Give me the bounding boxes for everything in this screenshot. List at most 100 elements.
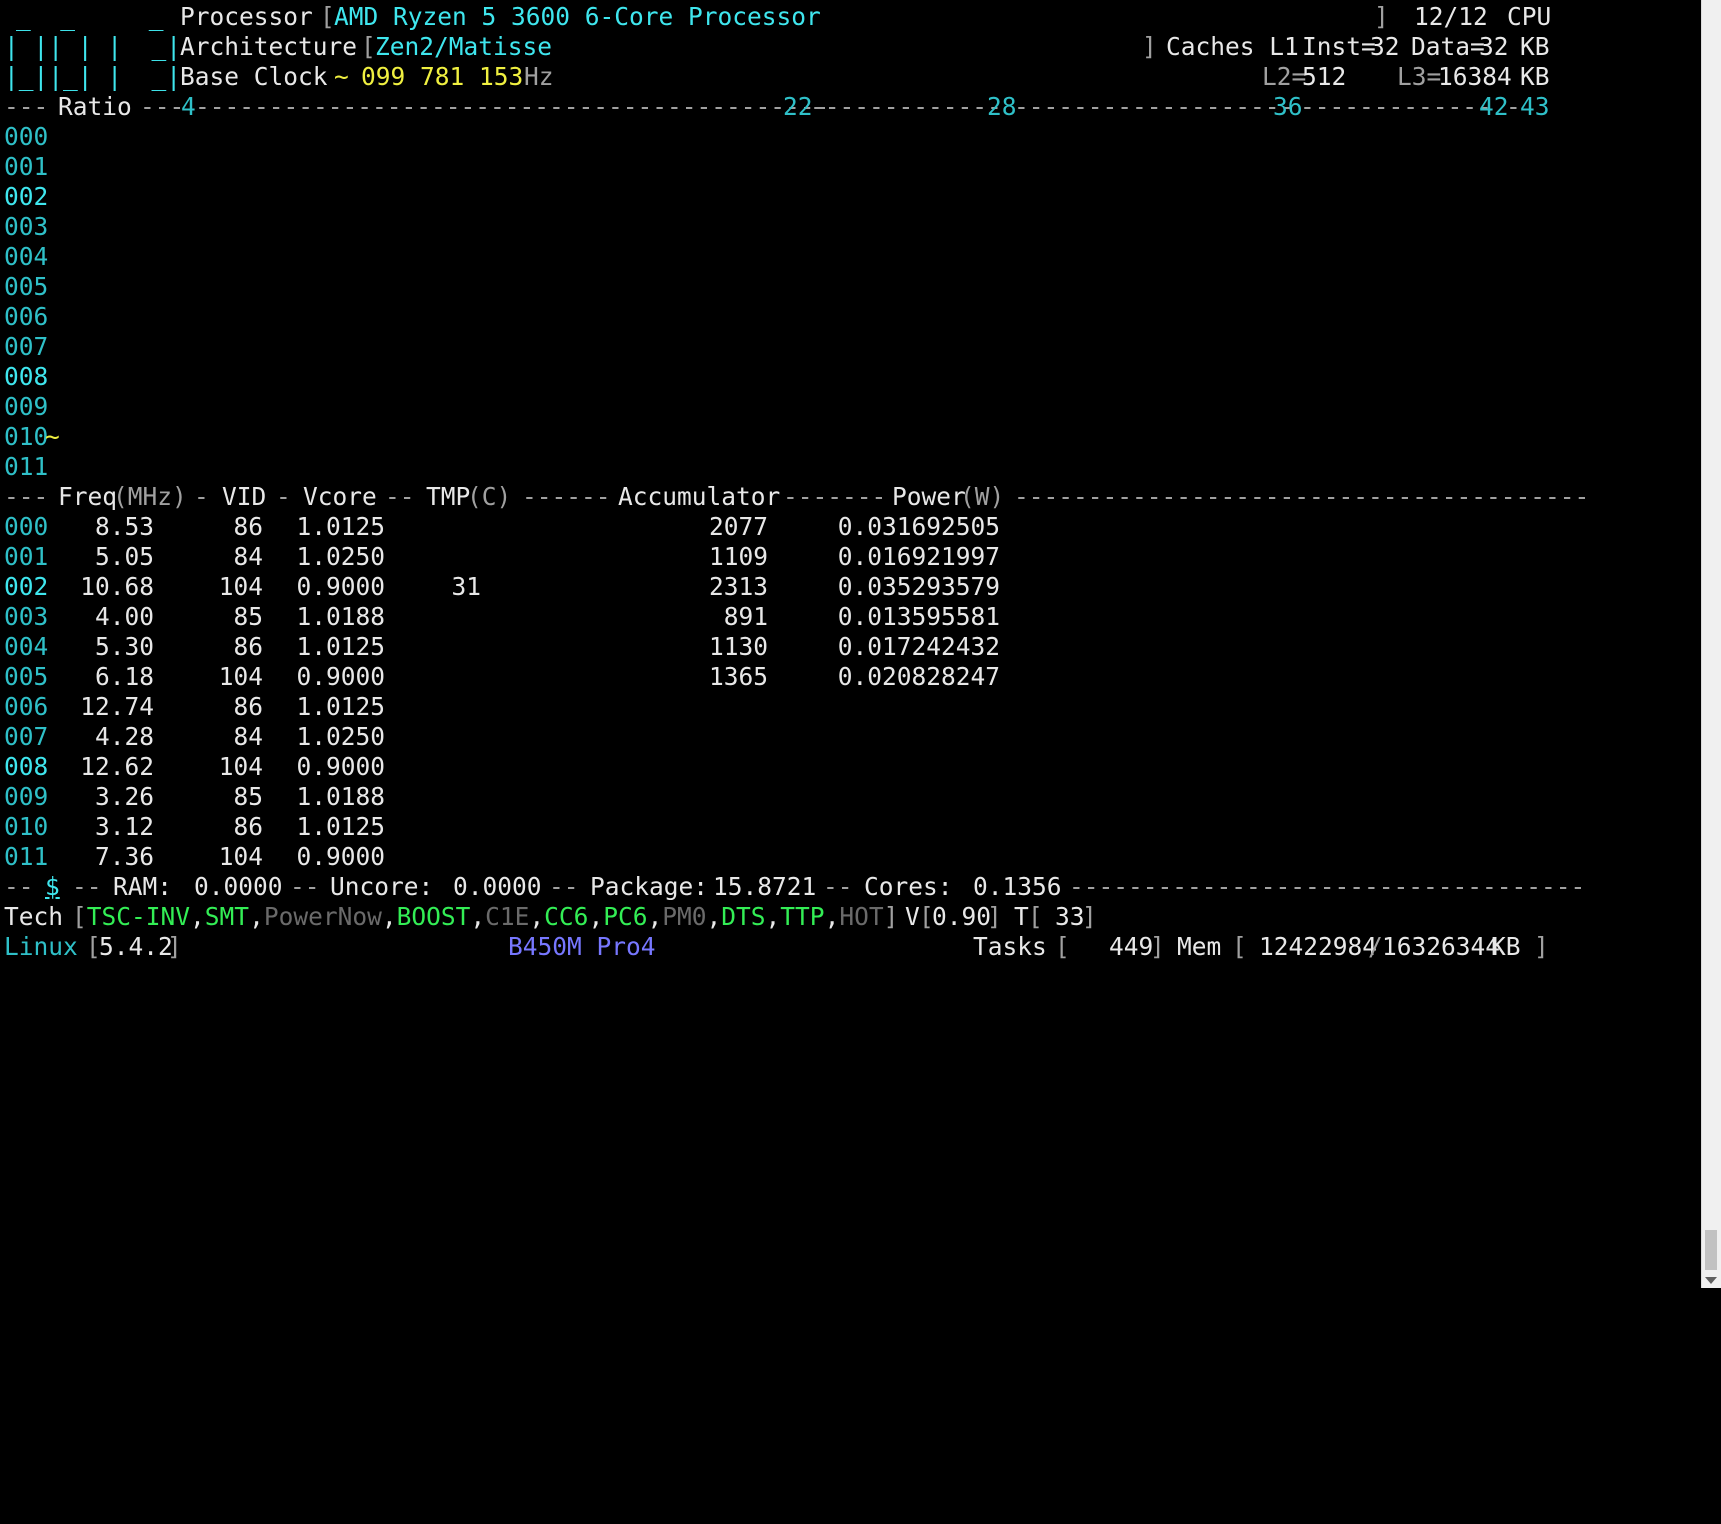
mem-label: Mem [1177,932,1222,961]
t-value: 33 [1055,902,1085,931]
vcore-value: 1.0188 [296,782,385,811]
architecture-value: Zen2/Matisse [375,32,553,61]
l1-kb-unit: KB [1520,32,1550,61]
core-id: 000 [4,122,49,151]
ratio-label: Ratio [58,92,132,121]
core-id: 010 [4,422,49,451]
os-label: Linux [4,932,78,961]
core-marker: ~ [45,422,60,451]
header-line-processor: _ _ _ Processor [ AMD Ryzen 5 3600 6-Cor… [16,2,1552,31]
architecture-label: Architecture [180,32,358,61]
tech-feature-pc6: PC6 [603,902,648,931]
core-id: 009 [4,392,49,421]
base-clock-tilde: ~ [334,62,349,91]
power-value: 0.017242432 [837,632,1000,661]
mem-used: 12422984 [1259,932,1378,961]
tasks-value: 449 [1109,932,1154,961]
t-label: T [1014,902,1029,931]
processor-label: Processor [180,2,313,31]
core-id: 001 [4,152,49,181]
tech-feature-tsc-inv: TSC-INV [86,902,191,931]
l1-inst-value: 32 [1370,32,1400,61]
l1-data-label: Data= [1411,32,1485,61]
tech-label: Tech [4,902,64,931]
tech-feature-cc6: CC6 [544,902,589,931]
mem-total: 16326344 [1382,932,1501,961]
logo-line-3: |_||_| | _| [4,62,182,91]
col-tmp: TMP [426,482,471,511]
tech-features: [TSC-INV,SMT,PowerNow,BOOST,C1E,CC6,PC6,… [72,902,899,931]
col-accumulator: Accumulator [618,482,781,511]
ratio-marker: 36 [1273,92,1303,121]
col-vid: VID [222,482,267,511]
ratio-bar: --- Ratio --- 4 ------------------------… [4,92,1550,121]
power-value: 0.035293579 [837,572,1000,601]
tech-feature-smt: SMT [204,902,250,931]
cores-label: Cores: [864,872,953,901]
ram-value: 0.0000 [194,872,283,901]
cpu-count: 12/12 [1414,2,1488,31]
caches-label: Caches L1 [1166,32,1299,61]
hz-unit: Hz [524,62,554,91]
freq-table-header: --- Freq (MHz) - VID - Vcore -- TMP (C) … [4,482,1590,511]
l1-inst-label: Inst= [1302,32,1376,61]
tech-feature-powernow: PowerNow [263,902,382,931]
logo-line-1: _ _ _ [16,2,164,31]
col-power: Power [892,482,966,511]
core-id: 003 [4,212,49,241]
processor-value: AMD Ryzen 5 3600 6-Core Processor [334,2,821,31]
tech-feature-ttp: TTP [780,902,825,931]
tech-feature-c1e: C1E [485,902,530,931]
l3-value: 16384 [1438,62,1512,91]
tech-line: Tech [TSC-INV,SMT,PowerNow,BOOST,C1E,CC6… [4,902,1097,931]
base-clock-value: 099 781 153 [361,62,524,91]
v-value: 0.90 [932,902,992,931]
l2-value: 512 [1302,62,1347,91]
v-label: V [905,902,920,931]
l3-kb-unit: KB [1520,62,1550,91]
tech-feature-pm0: PM0 [662,902,707,931]
power-value: 0.013595581 [837,602,1000,631]
ram-label: RAM: [113,872,173,901]
core-id: 007 [4,332,49,361]
mem-unit: KB [1491,932,1521,961]
ratio-marker: 4 [181,92,196,121]
core-id: 002 [4,182,49,211]
l2-label: L2= [1262,62,1307,91]
system-footer: Linux [ 5.4.2 ] B450M Pro4 Tasks [ 449 ]… [4,932,1549,961]
tech-feature-boost: BOOST [396,902,471,931]
header-line-clock: |_||_| | _| Base Clock ~ 099 781 153 Hz … [4,60,1550,93]
energy-bar: -- $ -- RAM: 0.0000 -- Uncore: 0.0000 --… [4,870,1586,903]
package-label: Package: [590,872,709,901]
power-value: 0.020828247 [837,662,1000,691]
ratio-marker: 22 [783,92,813,121]
tech-feature-dts: DTS [721,902,766,931]
os-version: 5.4.2 [99,932,173,961]
core-id: 005 [4,272,49,301]
cpu-label: CPU [1507,2,1552,31]
ratio-marker: 28 [987,92,1017,121]
terminal-screen: _ _ _ Processor [ AMD Ryzen 5 3600 6-Cor… [4,0,1702,1288]
core-id: 011 [4,452,49,481]
tech-feature-hot: HOT [839,902,884,931]
package-value: 15.8721 [713,872,817,901]
base-clock-label: Base Clock [180,62,328,91]
core-id: 004 [4,242,49,271]
tasks-label: Tasks [973,932,1047,961]
cores-value: 0.1356 [973,872,1062,901]
logo-line-2: | || | | _| [4,32,182,61]
scroll-thumb[interactable] [1705,1230,1717,1270]
dollar-toggle[interactable]: $ [45,870,60,903]
vcore-value: 1.0125 [296,812,385,841]
power-value: 0.016921997 [837,542,1000,571]
header-line-architecture: | || | | _| Architecture [ Zen2/Matisse … [4,32,1550,61]
vcore-value: 1.0125 [296,692,385,721]
vcore-value: 0.9000 [296,752,385,781]
ratio-marker: 42 [1479,92,1509,121]
core-id: 006 [4,302,49,331]
scrollbar[interactable] [1701,0,1721,1288]
vcore-value: 0.9000 [296,842,385,871]
power-value: 0.031692505 [837,512,1000,541]
l3-label: L3= [1397,62,1442,91]
scroll-down-arrow-icon[interactable] [1705,1277,1717,1284]
